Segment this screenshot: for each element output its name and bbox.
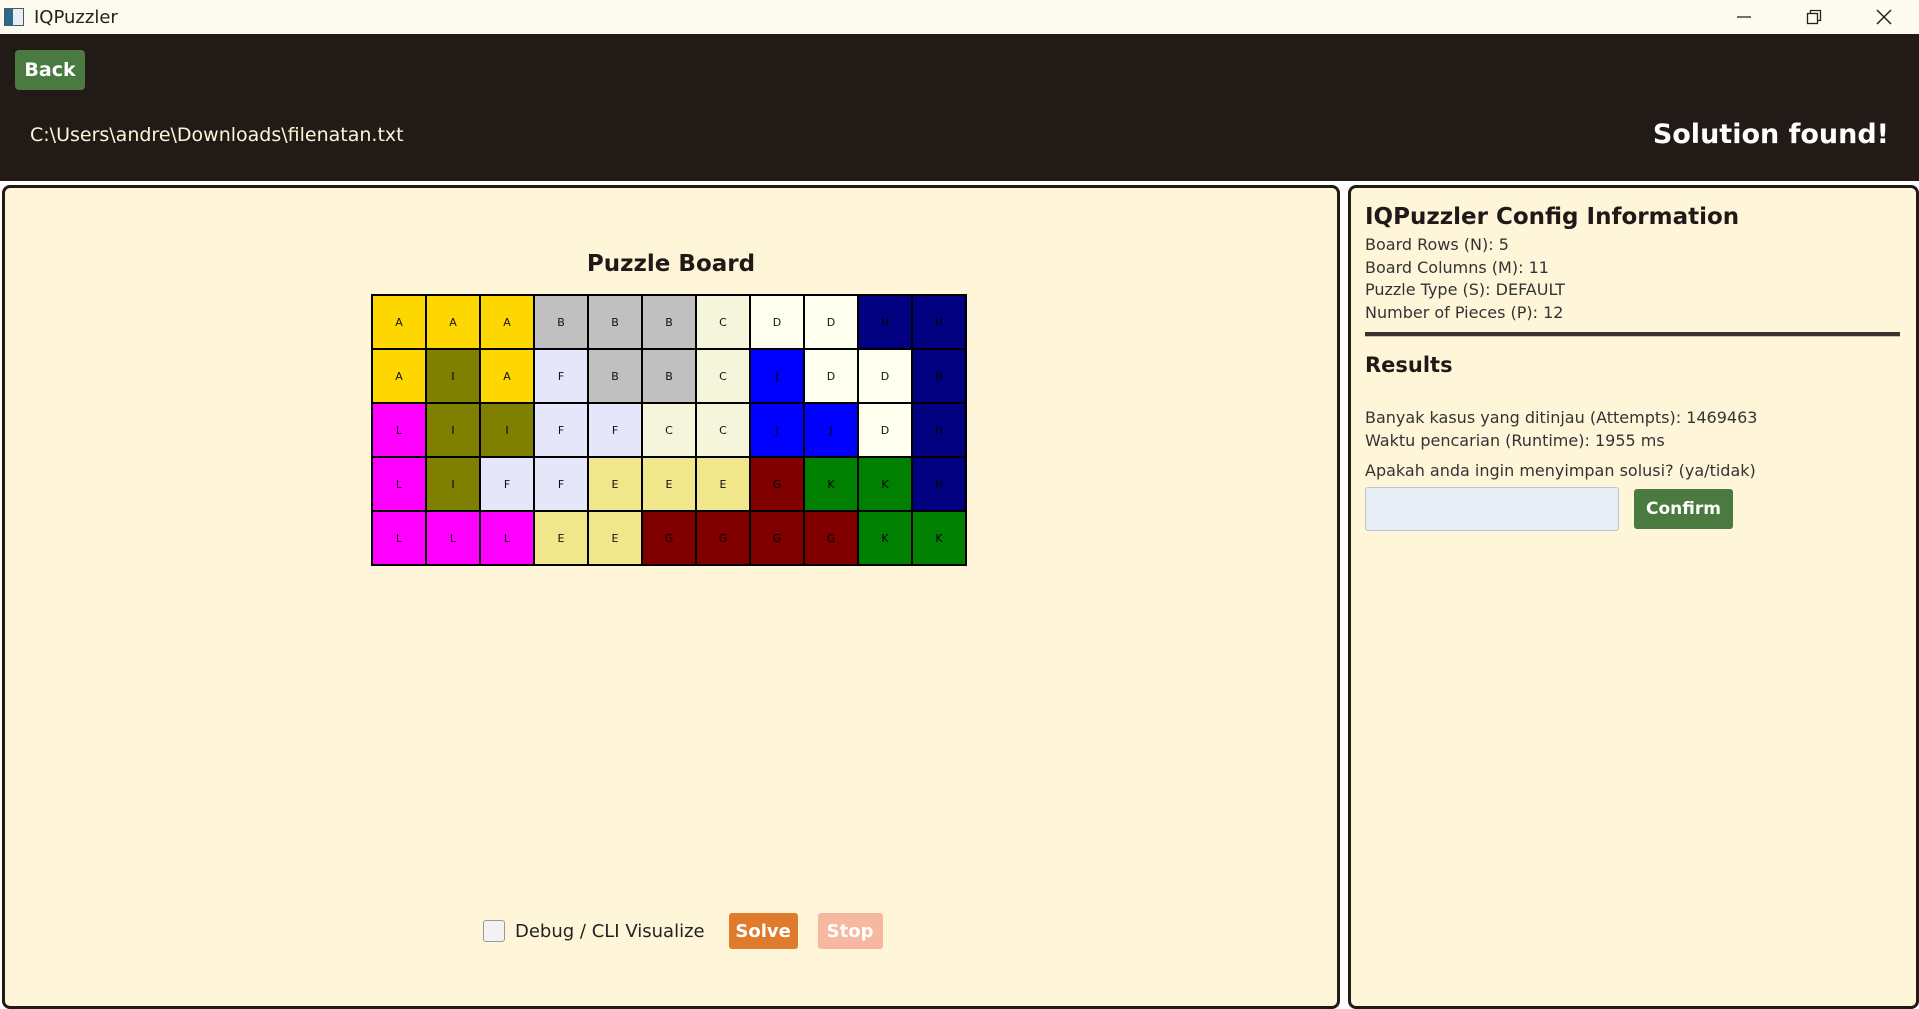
board-cell: A xyxy=(372,349,426,403)
status-text: Solution found! xyxy=(1652,119,1889,150)
board-cell: E xyxy=(642,457,696,511)
board-cell: E xyxy=(696,457,750,511)
board-cell: K xyxy=(804,457,858,511)
board-cell: G xyxy=(696,511,750,565)
back-button[interactable]: Back xyxy=(15,50,85,90)
board-cell: B xyxy=(642,349,696,403)
board-cell: B xyxy=(534,295,588,349)
board-cell: H xyxy=(912,403,966,457)
board-cell: A xyxy=(480,349,534,403)
board-cell: K xyxy=(858,457,912,511)
save-prompt: Apakah anda ingin menyimpan solusi? (ya/… xyxy=(1365,461,1756,480)
board-cell: L xyxy=(372,457,426,511)
board-cell: H xyxy=(912,349,966,403)
puzzle-board: AAABBBCDDHHAIAFBBCJDDHLIIFFCCJJDHLIFFEEE… xyxy=(371,294,967,566)
save-row: Confirm xyxy=(1365,486,1900,531)
board-cell: G xyxy=(804,511,858,565)
board-cell: E xyxy=(534,511,588,565)
file-path: C:\Users\andre\Downloads\filenatan.txt xyxy=(30,124,404,146)
window-titlebar: IQPuzzler xyxy=(0,0,1919,34)
board-cell: C xyxy=(696,349,750,403)
board-cell: K xyxy=(912,511,966,565)
board-cell: I xyxy=(426,457,480,511)
board-cell: F xyxy=(534,457,588,511)
board-cell: F xyxy=(588,403,642,457)
results-title: Results xyxy=(1365,353,1453,377)
window-controls xyxy=(1709,0,1919,34)
board-cell: H xyxy=(912,457,966,511)
board-cell: C xyxy=(642,403,696,457)
board-cell: F xyxy=(534,403,588,457)
window-title: IQPuzzler xyxy=(34,6,118,28)
board-cell: C xyxy=(696,295,750,349)
board-cell: B xyxy=(588,295,642,349)
board-cell: A xyxy=(372,295,426,349)
board-cell: L xyxy=(372,403,426,457)
app-icon xyxy=(4,8,24,26)
board-cell: D xyxy=(804,349,858,403)
board-cell: F xyxy=(480,457,534,511)
board-cell: C xyxy=(696,403,750,457)
board-cell: B xyxy=(642,295,696,349)
board-cell: G xyxy=(642,511,696,565)
config-pieces: Number of Pieces (P): 12 xyxy=(1365,302,1564,322)
board-cell: D xyxy=(858,403,912,457)
restore-icon[interactable] xyxy=(1779,0,1849,34)
board-cell: L xyxy=(426,511,480,565)
config-title: IQPuzzler Config Information xyxy=(1365,204,1740,230)
board-cell: E xyxy=(588,511,642,565)
board-cell: I xyxy=(426,349,480,403)
board-cell: B xyxy=(588,349,642,403)
board-cell: J xyxy=(750,349,804,403)
config-type: Puzzle Type (S): DEFAULT xyxy=(1365,280,1565,299)
board-cell: L xyxy=(372,511,426,565)
board-cell: D xyxy=(750,295,804,349)
confirm-button[interactable]: Confirm xyxy=(1634,488,1733,529)
board-cell: F xyxy=(534,349,588,403)
solve-button[interactable]: Solve xyxy=(728,913,798,949)
board-cell: D xyxy=(804,295,858,349)
debug-checkbox-label: Debug / CLI Visualize xyxy=(515,920,705,942)
stop-button[interactable]: Stop xyxy=(817,913,883,949)
close-icon[interactable] xyxy=(1849,0,1919,34)
board-cell: L xyxy=(480,511,534,565)
board-cell: I xyxy=(426,403,480,457)
results-runtime: Waktu pencarian (Runtime): 1955 ms xyxy=(1365,430,1665,450)
board-panel: Puzzle Board AAABBBCDDHHAIAFBBCJDDHLIIFF… xyxy=(2,185,1340,1009)
board-cell: J xyxy=(804,403,858,457)
board-cell: A xyxy=(480,295,534,349)
board-cell: K xyxy=(858,511,912,565)
board-title: Puzzle Board xyxy=(586,251,756,277)
board-cell: G xyxy=(750,511,804,565)
board-cell: H xyxy=(912,295,966,349)
minimize-icon[interactable] xyxy=(1709,0,1779,34)
config-rows: Board Rows (N): 5 xyxy=(1365,235,1509,254)
board-cell: G xyxy=(750,457,804,511)
board-cell: D xyxy=(858,349,912,403)
solver-controls: Debug / CLI Visualize Solve Stop xyxy=(483,911,883,951)
config-cols: Board Columns (M): 11 xyxy=(1365,257,1549,277)
results-attempts: Banyak kasus yang ditinjau (Attempts): 1… xyxy=(1365,408,1758,427)
app-header: Back C:\Users\andre\Downloads\filenatan.… xyxy=(0,34,1919,181)
board-cell: A xyxy=(426,295,480,349)
info-panel: IQPuzzler Config Information Board Rows … xyxy=(1348,185,1919,1009)
board-cell: I xyxy=(480,403,534,457)
section-divider xyxy=(1365,332,1900,337)
board-cell: J xyxy=(750,403,804,457)
board-cell: E xyxy=(588,457,642,511)
board-cell: H xyxy=(858,295,912,349)
debug-checkbox[interactable] xyxy=(483,920,505,942)
save-answer-input[interactable] xyxy=(1365,486,1619,531)
